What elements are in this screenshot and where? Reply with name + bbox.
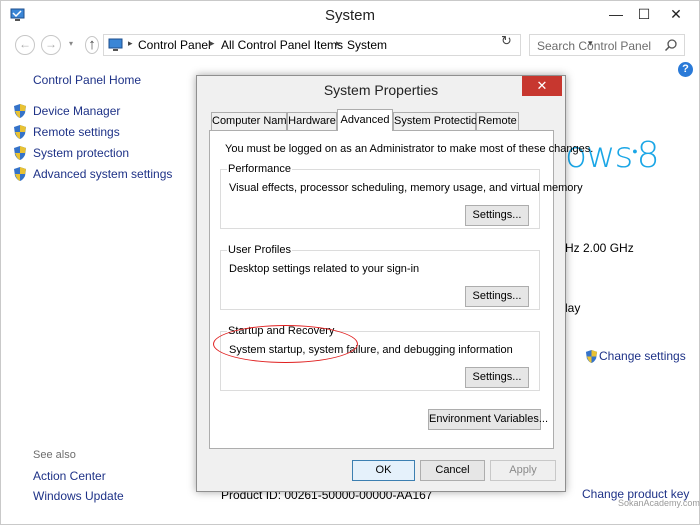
shield-icon bbox=[14, 104, 26, 118]
search-icon[interactable] bbox=[664, 38, 678, 52]
user-profiles-group: User Profiles Desktop settings related t… bbox=[220, 244, 540, 310]
advanced-tab-page: You must be logged on as an Administrato… bbox=[209, 130, 593, 449]
tab-advanced[interactable]: Advanced bbox=[337, 109, 393, 131]
admin-note: You must be logged on as an Administrato… bbox=[225, 143, 594, 155]
group-label: User Profiles bbox=[227, 244, 292, 256]
sidebar-item-label: Advanced system settings bbox=[33, 167, 173, 181]
button-label: Cancel bbox=[435, 464, 470, 476]
startup-recovery-settings-button[interactable]: Settings... bbox=[465, 367, 529, 388]
sidebar-item-label: Remote settings bbox=[33, 125, 120, 139]
user-profiles-settings-button[interactable]: Settings... bbox=[465, 286, 529, 307]
button-label: OK bbox=[375, 464, 392, 476]
button-label: Settings... bbox=[472, 290, 522, 302]
performance-settings-button[interactable]: Settings... bbox=[465, 205, 529, 226]
windows-8-logo: ows●8 bbox=[565, 135, 660, 176]
tab-remote[interactable]: Remote bbox=[476, 112, 519, 130]
display-text: lay bbox=[565, 301, 581, 315]
logo-number: 8 bbox=[636, 135, 660, 176]
environment-variables-button[interactable]: Environment Variables... bbox=[428, 409, 549, 430]
watermark-text: SokanAcademy.com bbox=[618, 498, 700, 508]
system-properties-dialog: System Properties ✕ Computer Name Hardwa… bbox=[196, 75, 593, 492]
tab-hardware[interactable]: Hardware bbox=[287, 112, 337, 130]
apply-button[interactable]: Apply bbox=[490, 460, 556, 481]
shield-icon bbox=[14, 125, 26, 139]
group-label: Performance bbox=[227, 163, 292, 175]
dialog-title-bar[interactable]: System Properties ✕ bbox=[197, 76, 565, 104]
control-panel-icon bbox=[108, 38, 123, 51]
refresh-button[interactable]: ↻ bbox=[501, 33, 512, 49]
highlight-ellipse bbox=[213, 325, 358, 363]
logo-text: ows bbox=[565, 135, 633, 176]
breadcrumb-all-items[interactable]: All Control Panel Items bbox=[221, 38, 343, 52]
dialog-title: System Properties bbox=[323, 82, 439, 98]
shield-icon bbox=[14, 167, 26, 181]
button-label: Environment Variables... bbox=[429, 413, 549, 425]
cancel-button[interactable]: Cancel bbox=[420, 460, 485, 481]
breadcrumb-control-panel[interactable]: Control Panel bbox=[138, 38, 211, 52]
processor-speed-text: Hz 2.00 GHz bbox=[565, 241, 634, 255]
title-bar[interactable]: System — ☐ ✕ bbox=[1, 1, 699, 31]
help-icon[interactable]: ? bbox=[678, 62, 693, 77]
window-title: System bbox=[324, 7, 375, 24]
tab-system-protection[interactable]: System Protection bbox=[393, 112, 483, 130]
close-button[interactable]: ✕ bbox=[657, 3, 695, 27]
navigation-bar: ← → ▾ ↑ ▸ Control Panel ▸ All Control Pa… bbox=[1, 31, 699, 59]
action-center-link[interactable]: Action Center bbox=[33, 469, 106, 483]
shield-icon bbox=[585, 350, 598, 363]
button-label: Apply bbox=[509, 464, 537, 476]
search-input[interactable]: Search Control Panel bbox=[529, 34, 685, 56]
breadcrumb-separator[interactable]: ▸ bbox=[128, 38, 133, 49]
sidebar-item-label: Device Manager bbox=[33, 104, 121, 118]
button-label: Settings... bbox=[472, 209, 522, 221]
breadcrumb-separator[interactable]: ▸ bbox=[210, 38, 215, 49]
group-description: Desktop settings related to your sign-in bbox=[229, 263, 420, 275]
group-description: Visual effects, processor scheduling, me… bbox=[229, 182, 583, 194]
windows-update-link[interactable]: Windows Update bbox=[33, 489, 124, 503]
button-label: Settings... bbox=[472, 371, 522, 383]
address-bar[interactable]: ▸ Control Panel ▸ All Control Panel Item… bbox=[103, 34, 593, 56]
search-placeholder: Search Control Panel bbox=[537, 39, 652, 53]
performance-group: Performance Visual effects, processor sc… bbox=[220, 163, 583, 229]
ok-button[interactable]: OK bbox=[352, 460, 415, 481]
change-settings-label: Change settings bbox=[599, 349, 686, 363]
minimize-button[interactable]: — bbox=[602, 3, 630, 27]
forward-button[interactable]: → bbox=[41, 35, 61, 55]
dialog-close-button[interactable]: ✕ bbox=[522, 76, 562, 96]
back-button[interactable]: ← bbox=[15, 35, 35, 55]
breadcrumb-separator[interactable]: ▸ bbox=[336, 38, 341, 49]
tab-computer-name[interactable]: Computer Name bbox=[211, 112, 293, 130]
recent-locations-button[interactable]: ▾ bbox=[66, 39, 76, 49]
see-also-heading: See also bbox=[33, 449, 76, 461]
maximize-button[interactable]: ☐ bbox=[630, 3, 658, 27]
breadcrumb-system[interactable]: System bbox=[347, 38, 387, 52]
sidebar-item-label: System protection bbox=[33, 146, 130, 160]
up-button[interactable]: ↑ bbox=[85, 36, 99, 54]
shield-icon bbox=[14, 146, 26, 160]
control-panel-home-link[interactable]: Control Panel Home bbox=[33, 73, 141, 87]
